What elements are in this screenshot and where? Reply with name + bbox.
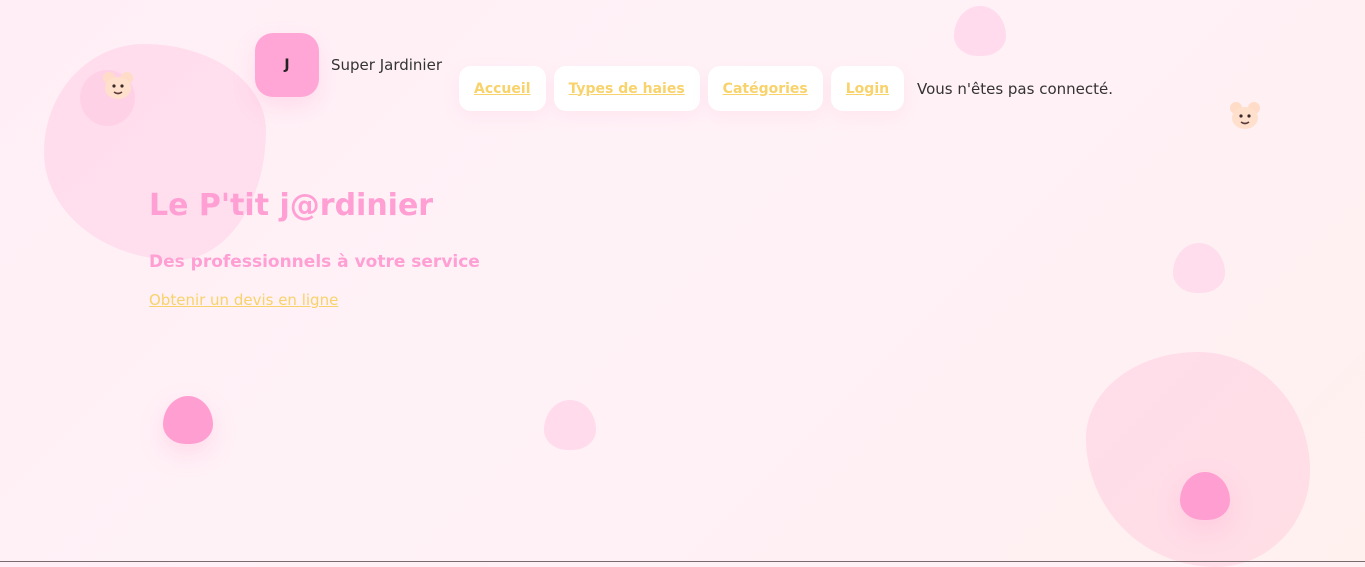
hero-title: Le P'tit j@rdinier [149,188,434,223]
nav-item-login[interactable]: Login [830,66,905,111]
bear-icon [1230,102,1260,129]
nav-link-types-de-haies[interactable]: Types de haies [569,81,685,97]
nav-link-login[interactable]: Login [846,81,889,97]
decorative-blob-left [44,44,266,260]
logo-letter: J [284,57,290,73]
hero-subtitle: Des professionnels à votre service [149,252,480,272]
login-status: Vous n'êtes pas connecté. [917,80,1114,98]
decorative-petal-right [1173,243,1225,293]
decorative-petal-pink-left [163,396,213,444]
main-nav: Accueil Types de haies Catégories Login [459,66,905,111]
nav-item-categories[interactable]: Catégories [707,66,823,111]
nav-link-accueil[interactable]: Accueil [474,81,531,97]
bear-icon [103,72,133,99]
nav-item-types-de-haies[interactable]: Types de haies [553,66,700,111]
nav-link-categories[interactable]: Catégories [723,81,808,97]
decorative-blob-right [1086,352,1310,567]
nav-item-accueil[interactable]: Accueil [459,66,546,111]
site-logo[interactable]: J [255,33,319,97]
quote-request-link[interactable]: Obtenir un devis en ligne [149,291,338,309]
site-name: Super Jardinier [331,56,442,74]
decorative-petal-center [544,400,596,450]
decorative-petal-top [954,6,1006,56]
